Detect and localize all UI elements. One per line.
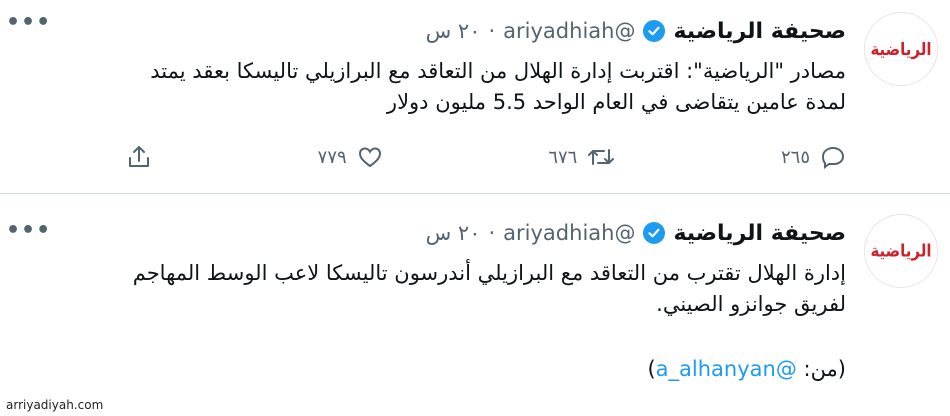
- tweet-actions: ٢٦٥ ٦٧٦ ٧٧٩: [126, 140, 846, 174]
- tweet-text: مصادر "الرياضية": اقتربت إدارة الهلال من…: [16, 56, 846, 118]
- avatar-logo: الرياضية: [870, 240, 932, 262]
- share-button[interactable]: [126, 144, 152, 170]
- tweet-header: صحيفة الرياضية @ariyadhiah · ٢٠ س: [426, 16, 846, 46]
- tweet-credit: (من: @a_alhanyan): [16, 354, 846, 385]
- credit-suffix: ): [647, 357, 656, 381]
- more-icon[interactable]: •••: [6, 218, 51, 243]
- handle[interactable]: @ariyadhiah: [503, 221, 635, 245]
- verified-icon: [643, 222, 666, 244]
- reply-button[interactable]: ٢٦٥: [781, 144, 846, 170]
- like-icon: [357, 144, 383, 170]
- display-name[interactable]: صحيفة الرياضية: [673, 19, 846, 44]
- retweet-button[interactable]: ٦٧٦: [548, 144, 615, 170]
- display-name[interactable]: صحيفة الرياضية: [673, 221, 846, 246]
- tweet-text-line: لمدة عامين يتقاضى في العام الواحد 5.5 مل…: [386, 90, 846, 114]
- separator-dot: ·: [488, 221, 496, 245]
- avatar[interactable]: الرياضية: [864, 12, 938, 86]
- separator-dot: ·: [488, 19, 496, 43]
- credit-prefix: (من:: [796, 357, 846, 381]
- tweet[interactable]: الرياضية صحيفة الرياضية @ariyadhiah · ٢٠…: [0, 0, 950, 194]
- share-icon: [126, 144, 152, 170]
- handle[interactable]: @ariyadhiah: [503, 19, 635, 43]
- tweet-text-line: لفريق جوانزو الصيني.: [656, 292, 846, 316]
- timestamp[interactable]: ٢٠ س: [426, 19, 481, 43]
- reply-count: ٢٦٥: [780, 146, 810, 168]
- watermark: arriyadiyah.com: [6, 398, 104, 412]
- tweet[interactable]: الرياضية صحيفة الرياضية @ariyadhiah · ٢٠…: [0, 194, 950, 416]
- like-button[interactable]: ٧٧٩: [318, 144, 383, 170]
- like-count: ٧٧٩: [317, 146, 347, 168]
- verified-icon: [643, 20, 666, 42]
- timestamp[interactable]: ٢٠ س: [426, 221, 481, 245]
- retweet-count: ٦٧٦: [548, 146, 578, 168]
- more-icon[interactable]: •••: [6, 10, 51, 35]
- reply-icon: [820, 144, 846, 170]
- mention-link[interactable]: @a_alhanyan: [656, 357, 797, 381]
- avatar-logo: الرياضية: [870, 38, 932, 60]
- tweet-header: صحيفة الرياضية @ariyadhiah · ٢٠ س: [426, 218, 846, 248]
- tweet-text-line: إدارة الهلال تقترب من التعاقد مع البرازي…: [132, 261, 846, 285]
- tweet-text: إدارة الهلال تقترب من التعاقد مع البرازي…: [16, 258, 846, 385]
- retweet-icon: [587, 144, 615, 170]
- tweet-text-line: مصادر "الرياضية": اقتربت إدارة الهلال من…: [150, 59, 846, 83]
- avatar[interactable]: الرياضية: [864, 214, 938, 288]
